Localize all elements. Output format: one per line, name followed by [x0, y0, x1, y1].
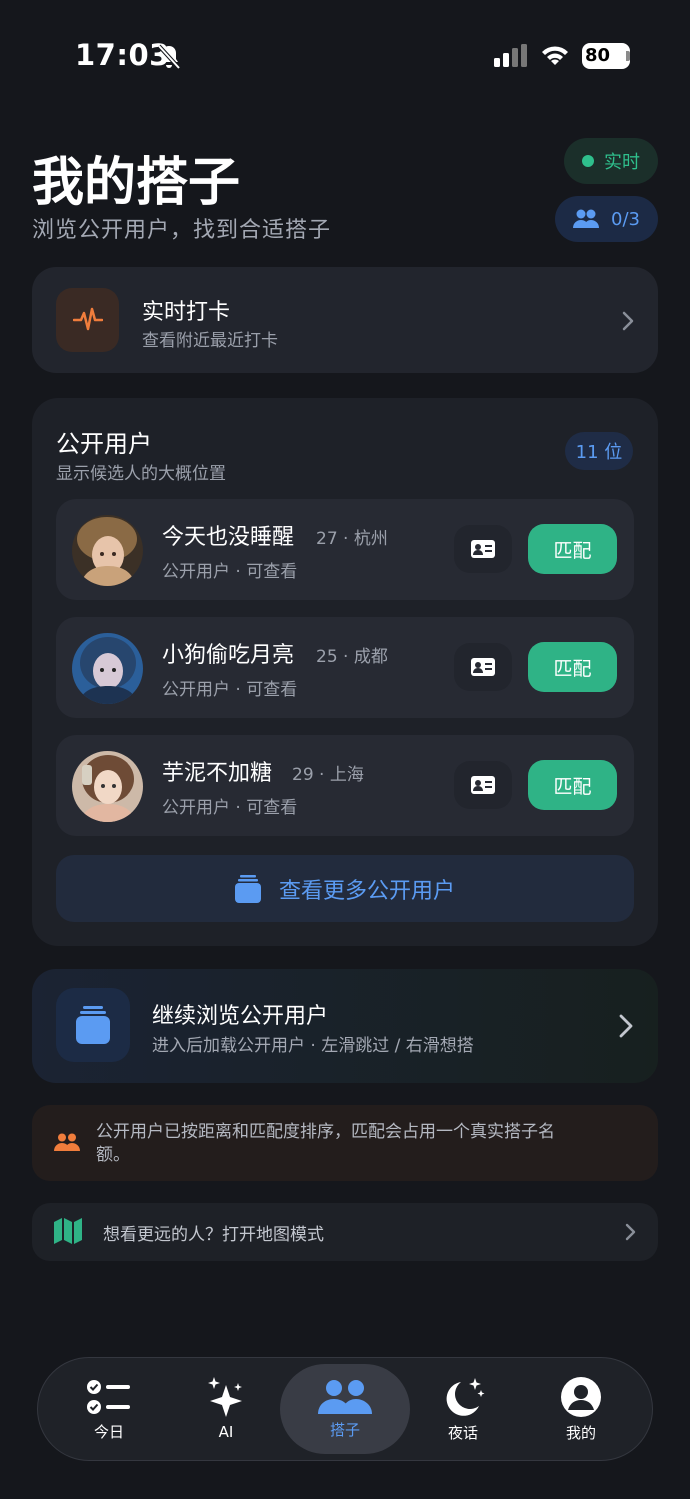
- tab-label: 今日: [93, 1422, 124, 1441]
- match-button[interactable]: 匹配: [528, 524, 617, 574]
- user-meta: 27 · 杭州: [316, 529, 388, 549]
- pulse-icon: [56, 288, 119, 352]
- live-badge[interactable]: 实时: [564, 138, 658, 184]
- tab-label: 我的: [565, 1423, 596, 1442]
- page-subtitle: 浏览公开用户，找到合适搭子: [32, 218, 332, 243]
- user-count-badge: 11 位: [565, 432, 633, 470]
- user-name: 今天也没睡醒: [162, 525, 295, 550]
- user-name: 小狗偷吃月亮: [162, 643, 295, 668]
- sparkles-icon: [208, 1377, 242, 1417]
- live-dot-icon: [582, 155, 594, 167]
- user-status: 公开用户 · 可查看: [162, 562, 298, 582]
- tab-label: 夜话: [447, 1423, 478, 1442]
- match-button[interactable]: 匹配: [528, 642, 617, 692]
- avatar[interactable]: [72, 515, 143, 586]
- profile-card-button[interactable]: [454, 643, 512, 691]
- public-users-title: 公开用户: [56, 430, 152, 458]
- user-name: 芋泥不加糖: [162, 761, 273, 786]
- tab-partners[interactable]: 搭子: [280, 1364, 410, 1454]
- avatar[interactable]: [72, 751, 143, 822]
- user-row[interactable]: 芋泥不加糖 29 · 上海 公开用户 · 可查看 匹配: [56, 735, 634, 836]
- battery-tip: [626, 51, 630, 61]
- browse-title: 继续浏览公开用户: [152, 1004, 329, 1029]
- checklist-icon: [87, 1379, 130, 1414]
- battery-level: 80: [582, 43, 630, 69]
- id-card-icon: [471, 776, 495, 794]
- match-button[interactable]: 匹配: [528, 760, 617, 810]
- avatar[interactable]: [72, 633, 143, 704]
- user-status: 公开用户 · 可查看: [162, 680, 298, 700]
- page-title: 我的搭子: [32, 153, 241, 213]
- checkin-title: 实时打卡: [142, 300, 231, 325]
- people-icon: [318, 1379, 372, 1414]
- stack-icon: [56, 988, 130, 1062]
- notice-text: 公开用户已按距离和匹配度排序，匹配会占用一个真实搭子名额。: [96, 1122, 555, 1165]
- map-mode-text: 想看更远的人？打开地图模式: [103, 1225, 324, 1245]
- tab-night-talk[interactable]: 夜话: [398, 1364, 528, 1454]
- wifi-icon: [542, 46, 568, 65]
- tab-ai[interactable]: AI: [161, 1364, 291, 1454]
- checkin-subtitle: 查看附近最近打卡: [142, 331, 278, 351]
- live-label: 实时: [604, 152, 640, 173]
- people-icon: [573, 209, 600, 228]
- people-icon: [54, 1133, 80, 1151]
- signal-icon: [494, 44, 527, 67]
- view-more-users-button[interactable]: 查看更多公开用户: [56, 855, 634, 922]
- id-card-icon: [471, 540, 495, 558]
- user-row[interactable]: 小狗偷吃月亮 25 · 成都 公开用户 · 可查看 匹配: [56, 617, 634, 718]
- map-icon: [54, 1218, 82, 1244]
- profile-card-button[interactable]: [454, 525, 512, 573]
- moon-stars-icon: [446, 1377, 485, 1416]
- profile-card-button[interactable]: [454, 761, 512, 809]
- public-users-subtitle: 显示候选人的大概位置: [56, 464, 226, 484]
- view-more-label: 查看更多公开用户: [278, 878, 455, 904]
- user-meta: 29 · 上海: [292, 765, 364, 785]
- chevron-right-icon: [622, 311, 634, 331]
- chevron-right-icon: [619, 1014, 633, 1038]
- user-row[interactable]: 今天也没睡醒 27 · 杭州 公开用户 · 可查看 匹配: [56, 499, 634, 600]
- quota-count: 0/3: [611, 208, 640, 230]
- chevron-right-icon: [625, 1223, 636, 1241]
- bell-muted-icon: [157, 44, 181, 70]
- id-card-icon: [471, 658, 495, 676]
- status-time: 17:03: [75, 38, 170, 72]
- profile-icon: [561, 1376, 601, 1417]
- stack-icon: [234, 874, 261, 903]
- checkin-card[interactable]: [32, 267, 658, 373]
- user-meta: 25 · 成都: [316, 647, 388, 667]
- tab-label: 搭子: [329, 1420, 360, 1439]
- browse-subtitle: 进入后加载公开用户 · 左滑跳过 / 右滑想搭: [152, 1036, 474, 1056]
- user-status: 公开用户 · 可查看: [162, 798, 298, 818]
- tab-label: AI: [218, 1423, 234, 1441]
- tab-profile[interactable]: 我的: [516, 1364, 646, 1454]
- tab-today[interactable]: 今日: [44, 1364, 174, 1454]
- quota-badge[interactable]: 0/3: [555, 196, 658, 242]
